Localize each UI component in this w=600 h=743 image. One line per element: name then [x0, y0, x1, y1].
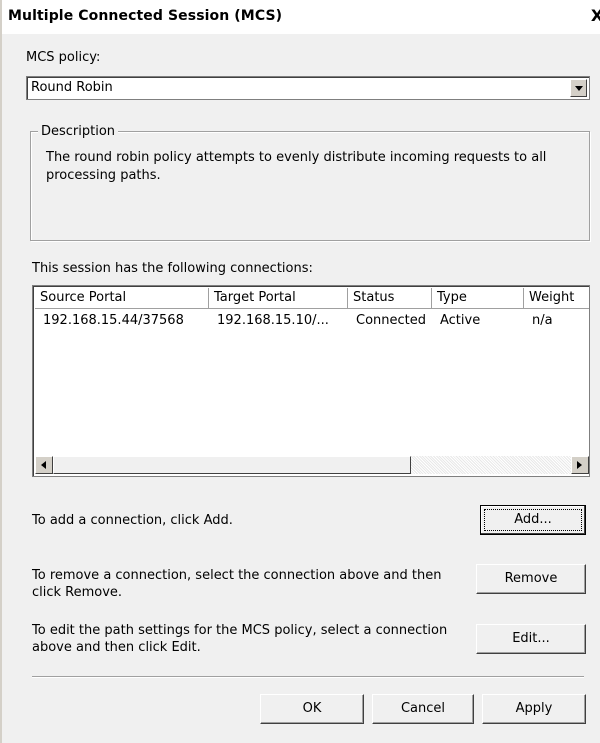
- remove-hint: To remove a connection, select the conne…: [32, 568, 442, 600]
- scroll-thumb[interactable]: [53, 456, 411, 474]
- remove-button[interactable]: Remove: [476, 564, 586, 594]
- footer-separator: [32, 676, 584, 678]
- cell-status: Connected: [356, 313, 427, 328]
- horizontal-scrollbar[interactable]: [35, 456, 589, 474]
- add-hint: To add a connection, click Add.: [32, 513, 233, 528]
- description-text: The round robin policy attempts to evenl…: [46, 150, 547, 183]
- triangle-left-icon: [41, 461, 46, 469]
- apply-button[interactable]: Apply: [482, 694, 586, 724]
- ok-button[interactable]: OK: [260, 694, 364, 724]
- column-target-portal[interactable]: Target Portal: [209, 288, 348, 309]
- dropdown-button[interactable]: [570, 79, 587, 97]
- policy-label: MCS policy:: [26, 50, 101, 65]
- column-status[interactable]: Status: [348, 288, 432, 309]
- cell-source-portal: 192.168.15.44/37568: [43, 313, 184, 328]
- cancel-button[interactable]: Cancel: [372, 694, 474, 724]
- mcs-dialog: Multiple Connected Session (MCS) X MCS p…: [0, 0, 600, 743]
- triangle-right-icon: [577, 461, 582, 469]
- column-type[interactable]: Type: [432, 288, 524, 309]
- focus-rect: [484, 509, 582, 531]
- title-bar[interactable]: Multiple Connected Session (MCS) X: [2, 0, 600, 34]
- add-button[interactable]: Add...: [480, 505, 586, 535]
- cell-weight: n/a: [532, 313, 553, 328]
- connections-label: This session has the following connectio…: [32, 261, 313, 276]
- scroll-right-button[interactable]: [571, 456, 589, 474]
- connections-list[interactable]: Source Portal Target Portal Status Type …: [32, 285, 590, 477]
- cell-target-portal: 192.168.15.10/...: [217, 313, 329, 328]
- edit-hint: To edit the path settings for the MCS po…: [32, 623, 448, 655]
- scroll-left-button[interactable]: [35, 456, 53, 474]
- edit-button[interactable]: Edit...: [476, 624, 586, 654]
- policy-dropdown[interactable]: Round Robin: [26, 76, 590, 100]
- close-icon[interactable]: X: [588, 6, 600, 26]
- column-weight[interactable]: Weight: [524, 288, 589, 309]
- chevron-down-icon: [575, 86, 583, 91]
- policy-selected-value: Round Robin: [31, 80, 113, 95]
- cell-type: Active: [440, 313, 481, 328]
- table-row[interactable]: 192.168.15.44/37568 192.168.15.10/... Co…: [35, 311, 589, 331]
- list-header: Source Portal Target Portal Status Type …: [35, 288, 589, 309]
- description-legend: Description: [38, 124, 119, 139]
- description-groupbox: [30, 131, 590, 241]
- window-title: Multiple Connected Session (MCS): [8, 8, 283, 24]
- column-source-portal[interactable]: Source Portal: [35, 288, 209, 309]
